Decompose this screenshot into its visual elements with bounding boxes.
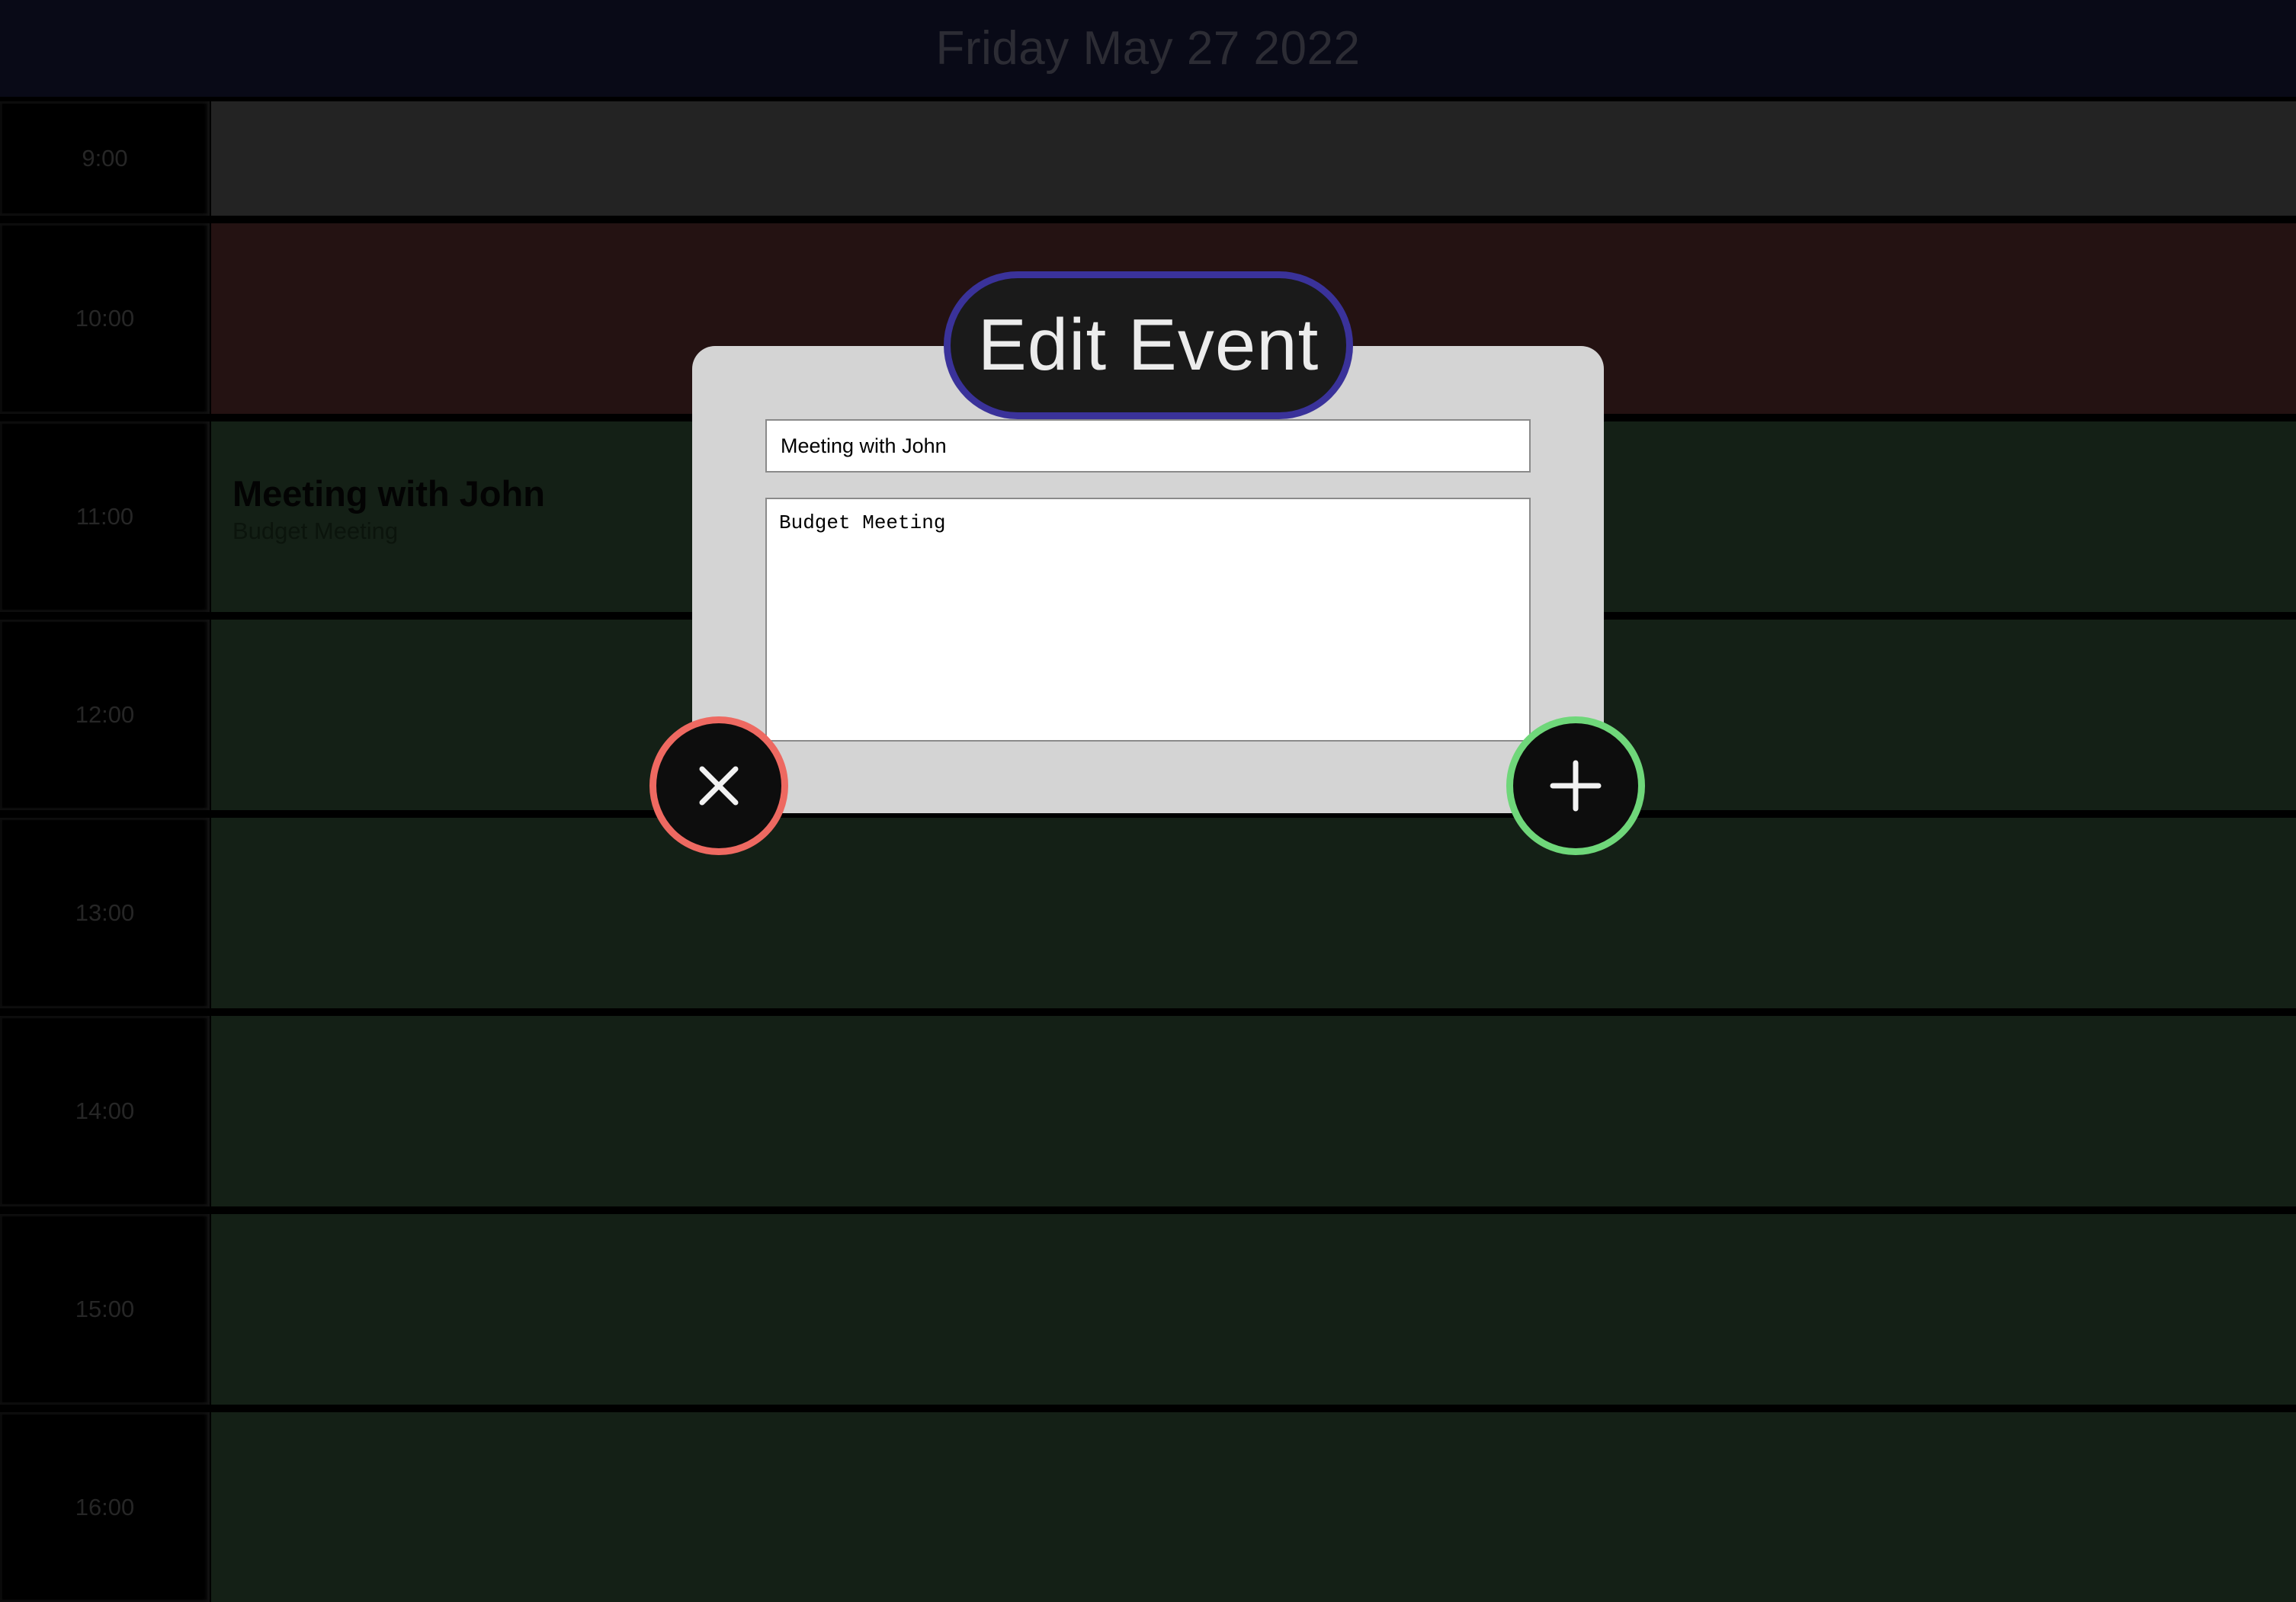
time-block-row: 16:00 (0, 1412, 2296, 1602)
cancel-button[interactable] (649, 716, 788, 855)
event-slot[interactable] (211, 1016, 2296, 1206)
hour-label: 9:00 (0, 101, 210, 216)
event-description: Budget Meeting (232, 517, 399, 544)
time-block-row: 14:00 (0, 1016, 2296, 1206)
time-block-row: 9:00 (0, 101, 2296, 216)
close-icon (699, 766, 739, 806)
hour-label: 11:00 (0, 421, 210, 612)
hour-label: 12:00 (0, 620, 210, 810)
time-block-row: 15:00 (0, 1214, 2296, 1405)
event-slot[interactable] (211, 818, 2296, 1008)
modal-title: Edit Event (977, 304, 1320, 386)
current-date: Friday May 27 2022 (935, 22, 1361, 75)
hour-label: 14:00 (0, 1016, 210, 1206)
event-title-input[interactable] (765, 419, 1531, 473)
hour-label: 16:00 (0, 1412, 210, 1602)
hour-label: 10:00 (0, 223, 210, 414)
hour-label: 15:00 (0, 1214, 210, 1405)
page-header: Friday May 27 2022 (0, 0, 2296, 97)
save-button[interactable] (1506, 716, 1645, 855)
event-description-textarea[interactable]: Budget Meeting (765, 498, 1531, 742)
hour-label: 13:00 (0, 818, 210, 1008)
event-slot[interactable] (211, 101, 2296, 216)
time-block-row: 13:00 (0, 818, 2296, 1008)
plus-icon (1550, 760, 1602, 812)
event-title: Meeting with John (232, 473, 545, 514)
modal-title-pill: Edit Event (944, 271, 1353, 419)
event-slot[interactable] (211, 1214, 2296, 1405)
event-slot[interactable] (211, 1412, 2296, 1602)
